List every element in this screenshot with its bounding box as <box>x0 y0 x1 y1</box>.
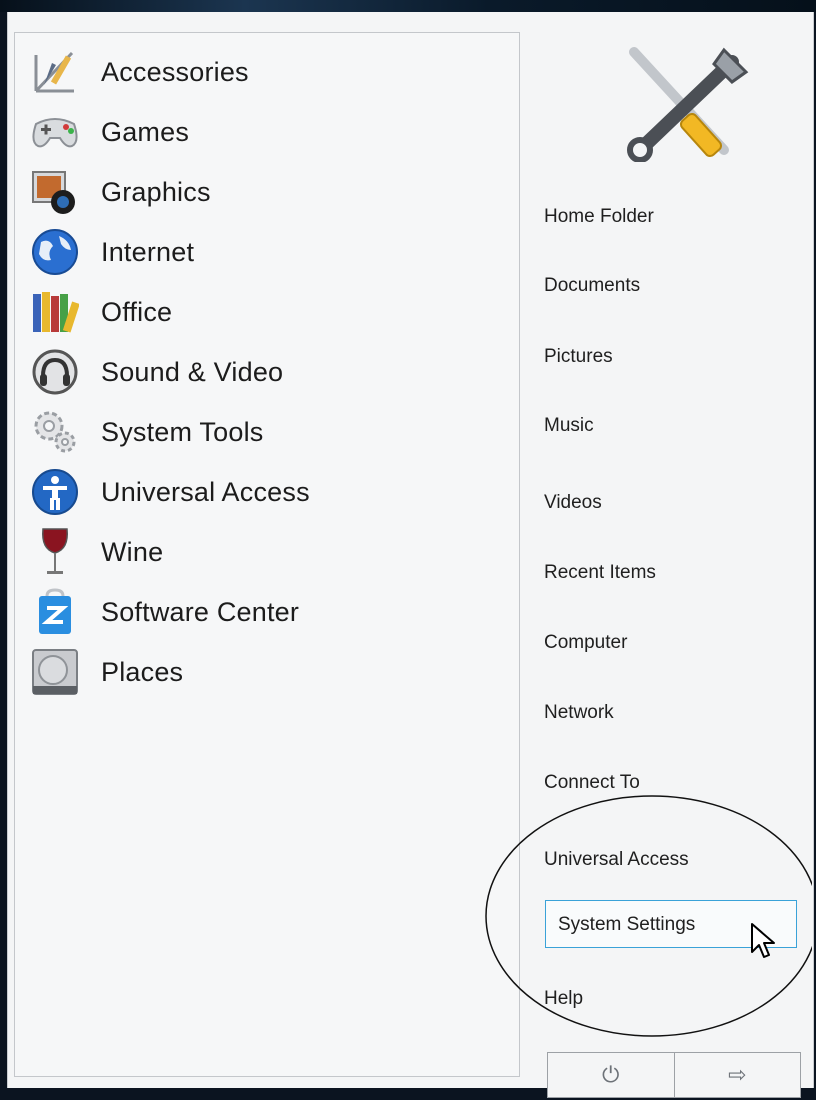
session-buttons: ⏻ ⇨ <box>547 1052 801 1098</box>
category-system-tools[interactable]: System Tools <box>17 403 517 461</box>
category-label: Sound & Video <box>101 356 284 387</box>
logout-icon: ⇨ <box>728 1062 747 1088</box>
mouse-cursor-icon <box>751 923 775 958</box>
category-label: Games <box>101 116 190 147</box>
place-computer[interactable]: Computer <box>544 626 627 660</box>
category-label: System Tools <box>101 416 264 447</box>
category-office[interactable]: Office <box>17 283 517 341</box>
category-accessories[interactable]: Accessories <box>17 43 517 101</box>
place-videos[interactable]: Videos <box>544 486 602 520</box>
gamepad-icon <box>29 106 81 158</box>
category-label: Office <box>101 296 173 327</box>
software-center-icon <box>29 586 81 638</box>
category-universal-access[interactable]: Universal Access <box>17 463 517 521</box>
category-wine[interactable]: Wine <box>17 523 517 581</box>
books-icon <box>29 286 81 338</box>
category-label: Accessories <box>101 56 249 87</box>
category-list: Accessories Games Graphics Internet Offi… <box>14 32 520 1077</box>
category-internet[interactable]: Internet <box>17 223 517 281</box>
category-label: Graphics <box>101 176 211 207</box>
place-help[interactable]: Help <box>544 982 583 1016</box>
category-label: Internet <box>101 236 195 267</box>
graphics-icon <box>29 166 81 218</box>
headphones-icon <box>29 346 81 398</box>
accessories-icon <box>29 46 81 98</box>
globe-icon <box>29 226 81 278</box>
hard-drive-icon <box>29 646 81 698</box>
category-label: Universal Access <box>101 476 310 507</box>
place-network[interactable]: Network <box>544 696 614 730</box>
shutdown-button[interactable]: ⏻ <box>548 1053 674 1097</box>
category-games[interactable]: Games <box>17 103 517 161</box>
category-label: Software Center <box>101 596 300 627</box>
category-sound-video[interactable]: Sound & Video <box>17 343 517 401</box>
power-icon: ⏻ <box>602 1062 620 1088</box>
category-label: Wine <box>101 536 164 567</box>
category-places[interactable]: Places <box>17 643 517 701</box>
logout-button[interactable]: ⇨ <box>673 1053 801 1097</box>
category-label: Places <box>101 656 184 687</box>
desktop-background <box>0 0 816 12</box>
accessibility-icon <box>29 466 81 518</box>
place-universal-access[interactable]: Universal Access <box>544 843 689 877</box>
application-menu: Accessories Games Graphics Internet Offi… <box>7 12 814 1098</box>
tools-icon <box>614 42 754 167</box>
category-graphics[interactable]: Graphics <box>17 163 517 221</box>
place-home-folder[interactable]: Home Folder <box>544 200 654 234</box>
category-software-center[interactable]: Software Center <box>17 583 517 641</box>
place-connect-to[interactable]: Connect To <box>544 766 640 800</box>
gears-icon <box>29 406 81 458</box>
wine-glass-icon <box>29 526 81 578</box>
place-music[interactable]: Music <box>544 409 594 443</box>
place-pictures[interactable]: Pictures <box>544 340 613 374</box>
place-recent-items[interactable]: Recent Items <box>544 556 656 590</box>
place-documents[interactable]: Documents <box>544 269 640 303</box>
